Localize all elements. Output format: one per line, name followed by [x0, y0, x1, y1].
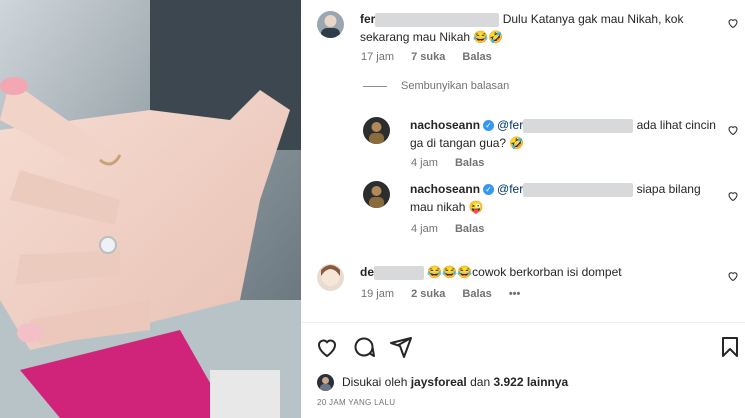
comment-username[interactable]: de [360, 265, 374, 279]
hide-replies-button[interactable]: Sembunyikan balasan [401, 80, 509, 92]
likes-count[interactable]: 3.922 lainnya [493, 375, 568, 389]
reply-username[interactable]: nachoseann [410, 118, 480, 132]
reply-text-cont: mau nikah 😜 [410, 200, 484, 214]
comment-likes[interactable]: 7 suka [411, 51, 445, 63]
reply-text-cont: ga di tangan gua? 🤣 [410, 136, 525, 150]
verified-badge-icon: ✓ [483, 184, 495, 196]
reply-button[interactable]: Balas [455, 223, 484, 235]
comment-username[interactable]: fer [360, 12, 375, 26]
avatar[interactable] [317, 374, 334, 391]
reply-body: nachoseann ✓ @fer siapa bilang mau nikah 😜 [410, 180, 720, 216]
comments-panel: fer Dulu Katanya gak mau Nikah, kok seka… [301, 0, 745, 418]
comment-time[interactable]: 19 jam [361, 288, 394, 300]
reply-text: siapa bilang [636, 182, 701, 196]
redacted-username [375, 12, 500, 27]
likes-user[interactable]: jaysforeal [411, 375, 467, 389]
heart-icon[interactable] [727, 270, 739, 282]
more-options-button[interactable]: ••• [509, 288, 521, 300]
redacted-username [523, 182, 634, 197]
likes-prefix: Disukai oleh [342, 375, 408, 389]
comment-text: 😂😂😂cowok berkorban isi dompet [427, 265, 622, 279]
likes-middle: dan [470, 375, 491, 389]
comment-meta: 17 jam 7 suka Balas [361, 51, 506, 63]
avatar[interactable] [317, 11, 344, 38]
reply-body: nachoseann ✓ @fer ada lihat cincin ga di t… [410, 116, 720, 152]
verified-badge-icon: ✓ [483, 120, 495, 132]
heart-icon[interactable] [727, 190, 739, 202]
avatar[interactable] [363, 117, 390, 144]
divider [301, 322, 745, 323]
comment-likes[interactable]: 2 suka [411, 288, 445, 300]
likes-summary: Disukai oleh jaysforeal dan 3.922 lainny… [342, 375, 568, 389]
comment-icon[interactable] [352, 335, 376, 359]
redacted-username [374, 265, 425, 280]
reply-button[interactable]: Balas [455, 157, 484, 169]
avatar[interactable] [363, 181, 390, 208]
heart-icon[interactable] [727, 124, 739, 136]
heart-icon[interactable] [727, 17, 739, 29]
reply-text: ada lihat cincin [636, 118, 716, 132]
comment-meta: 19 jam 2 suka Balas ••• [361, 288, 534, 300]
reply-button[interactable]: Balas [462, 51, 491, 63]
redacted-username [523, 118, 634, 133]
reply-mention[interactable]: @fer [497, 182, 523, 196]
reply-time[interactable]: 4 jam [411, 223, 438, 235]
divider-line [363, 86, 387, 87]
reply-button[interactable]: Balas [462, 288, 491, 300]
reply-meta: 4 jam Balas [411, 157, 498, 169]
bookmark-icon[interactable] [718, 335, 742, 359]
comment-body: fer Dulu Katanya gak mau Nikah, kok seka… [360, 10, 705, 46]
heart-icon[interactable] [315, 335, 339, 359]
post-timestamp[interactable]: 20 JAM YANG LALU [317, 398, 395, 407]
reply-username[interactable]: nachoseann [410, 182, 480, 196]
comment-time[interactable]: 17 jam [361, 51, 394, 63]
reply-meta: 4 jam Balas [411, 223, 498, 235]
send-icon[interactable] [389, 335, 413, 359]
reply-time[interactable]: 4 jam [411, 157, 438, 169]
reply-mention[interactable]: @fer [497, 118, 523, 132]
hand-ring-photo [0, 0, 301, 418]
comment-body: de 😂😂😂cowok berkorban isi dompet [360, 263, 705, 281]
avatar[interactable] [317, 264, 344, 291]
post-photo [0, 0, 301, 418]
